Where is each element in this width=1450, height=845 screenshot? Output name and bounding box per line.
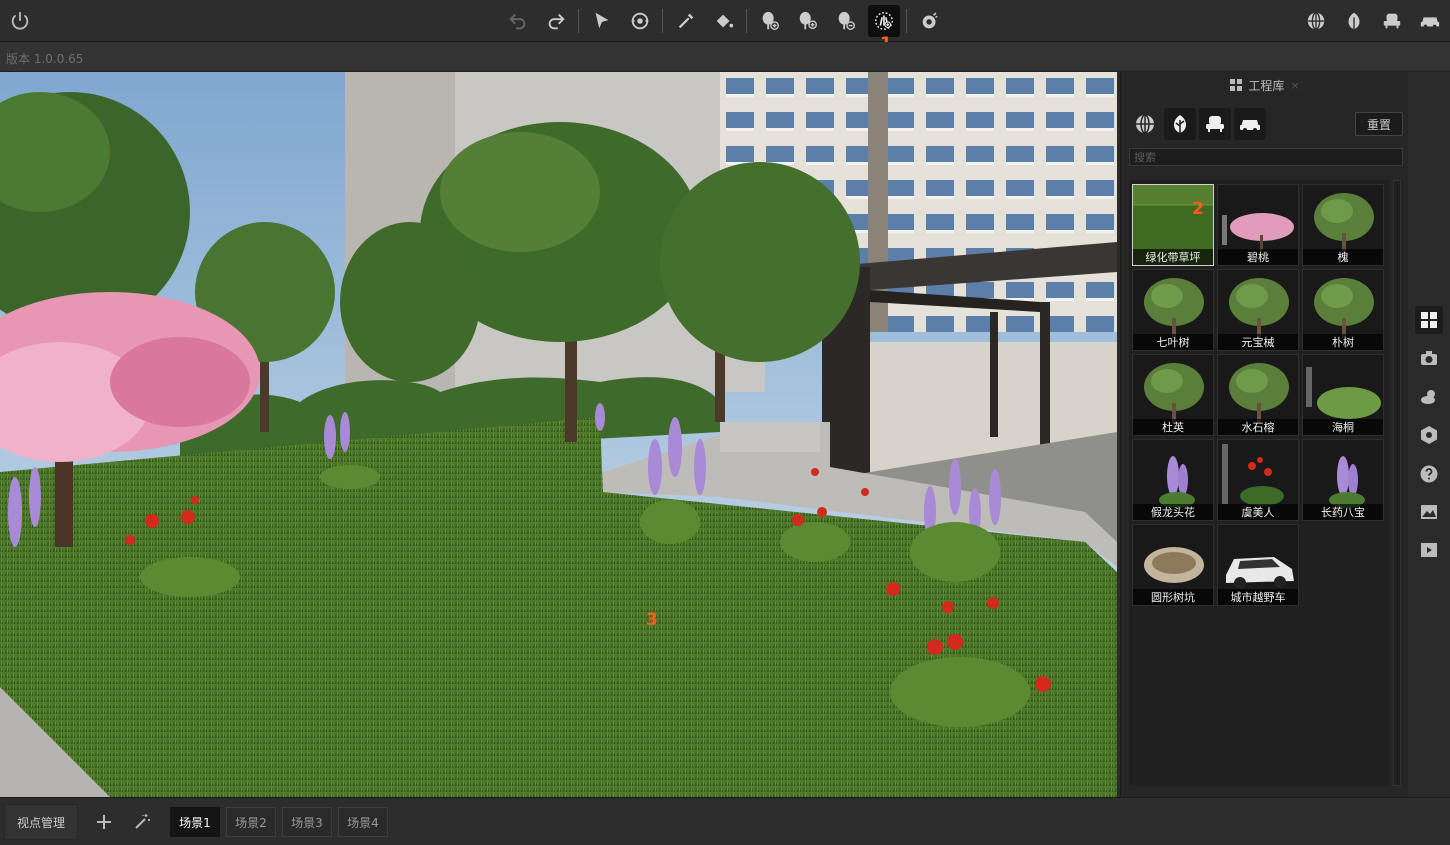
select-arrow-icon[interactable] [586,5,618,37]
library-title: 工程库 [1248,78,1285,93]
library-search-input[interactable] [1129,148,1403,166]
asset-tile[interactable]: 槐 [1302,184,1384,266]
scene-tab[interactable]: 场景3 [282,807,332,837]
orbit-icon[interactable] [624,5,656,37]
power-icon[interactable] [4,5,36,37]
tree-add-multi-icon[interactable] [792,5,824,37]
asset-label: 城市越野车 [1218,589,1298,605]
asset-tile[interactable]: 海桐 [1302,354,1384,436]
eyedropper-icon[interactable] [670,5,702,37]
category-plant[interactable] [1164,108,1196,140]
app-window: 1 版本 1.0.0.65 [0,0,1450,845]
toolbar-divider [746,9,747,33]
car-icon [1240,120,1260,132]
asset-grid: 绿化带草坪 碧桃槐七叶树 元宝械 朴树杜英 水石榕 海桐假龙头花 虞美人 长药八宝圆形树坑 城市… [1129,180,1389,786]
asset-label: 虞美人 [1218,504,1298,520]
grid-icon [1230,79,1243,91]
plant-icon [1174,115,1186,133]
garden-scene-render [0,72,1117,797]
add-scene-icon[interactable] [92,810,116,834]
toolbar-divider [662,9,663,33]
toolbar-divider [578,9,579,33]
asset-label: 元宝械 [1218,334,1298,350]
grid-icon[interactable] [1415,306,1443,334]
asset-tile[interactable]: 水石榕 [1217,354,1299,436]
category-car[interactable] [1234,108,1266,140]
library-header: 工程库 × [1121,72,1409,98]
asset-label: 七叶树 [1133,334,1213,350]
globe-icon[interactable] [1300,5,1332,37]
magic-wand-icon[interactable] [130,810,154,834]
image-icon[interactable] [1415,498,1443,526]
furniture-icon [1206,116,1224,132]
bottom-bar: 视点管理 场景1 场景2 场景3 场景4 [0,797,1450,845]
furniture-icon[interactable] [1376,5,1408,37]
library-close-icon[interactable]: × [1290,79,1299,92]
plant-library-icon[interactable] [1338,5,1370,37]
asset-tile[interactable]: 假龙头花 [1132,439,1214,521]
viewpoint-manager-button[interactable]: 视点管理 [4,804,78,840]
scene-tab[interactable]: 场景2 [226,807,276,837]
category-globe[interactable] [1129,108,1161,140]
asset-tile[interactable]: 朴树 [1302,269,1384,351]
asset-label: 碧桃 [1218,249,1298,265]
globe-icon [1136,114,1154,134]
weather-icon[interactable] [914,5,946,37]
asset-tile[interactable]: 七叶树 [1132,269,1214,351]
toolbar-divider [906,9,907,33]
tree-add-icon[interactable] [754,5,786,37]
camera-icon[interactable] [1415,344,1443,372]
scene-tab[interactable]: 场景4 [338,807,388,837]
asset-tile[interactable]: 元宝械 [1217,269,1299,351]
asset-tile[interactable]: 虞美人 [1217,439,1299,521]
version-label: 版本 1.0.0.65 [6,52,84,66]
asset-tile[interactable]: 长药八宝 [1302,439,1384,521]
asset-label: 杜英 [1133,419,1213,435]
paint-bucket-icon[interactable] [708,5,740,37]
weather-icon[interactable] [1415,383,1443,411]
3d-viewport[interactable]: 3 [0,72,1117,797]
asset-tile[interactable]: 碧桃 [1217,184,1299,266]
help-icon[interactable] [1415,460,1443,488]
scene-tab[interactable]: 场景1 [170,807,220,837]
asset-tile[interactable]: 城市越野车 [1217,524,1299,606]
asset-label: 朴树 [1303,334,1383,350]
undo-icon[interactable] [502,5,534,37]
grass-brush-icon[interactable] [868,5,900,37]
asset-tile[interactable]: 绿化带草坪 [1132,184,1214,266]
video-icon[interactable] [1415,536,1443,564]
tree-remove-icon[interactable] [830,5,862,37]
redo-icon[interactable] [540,5,572,37]
category-furniture[interactable] [1199,108,1231,140]
version-bar: 版本 1.0.0.65 [0,42,1450,72]
asset-label: 假龙头花 [1133,504,1213,520]
asset-label: 圆形树坑 [1133,589,1213,605]
asset-label: 水石榕 [1218,419,1298,435]
project-library-panel: 工程库 × 重置 绿化带草坪碧桃槐七叶树元宝械朴树杜英水石榕海桐假龙头花虞美人长… [1120,72,1408,797]
asset-tile[interactable]: 杜英 [1132,354,1214,436]
top-toolbar: 1 [0,0,1450,54]
marker-3: 3 [646,610,658,630]
asset-label: 海桐 [1303,419,1383,435]
settings-icon[interactable] [1415,421,1443,449]
asset-label: 绿化带草坪 [1133,249,1213,265]
car-icon[interactable] [1414,5,1446,37]
reset-button[interactable]: 重置 [1355,112,1403,136]
right-sidebar [1409,72,1450,797]
asset-label: 槐 [1303,249,1383,265]
asset-label: 长药八宝 [1303,504,1383,520]
asset-tile[interactable]: 圆形树坑 [1132,524,1214,606]
marker-2: 2 [1192,199,1204,219]
asset-scrollbar[interactable] [1393,180,1401,786]
